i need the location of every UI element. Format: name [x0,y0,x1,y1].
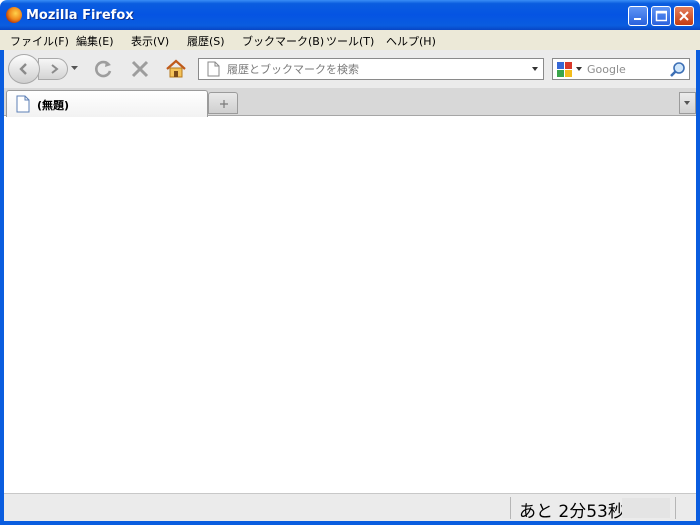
tab-untitled[interactable]: (無題) [6,90,208,117]
status-separator-right [675,497,676,519]
stop-icon[interactable] [130,59,150,79]
firefox-window: Mozilla Firefox ファイル(F) 編集(E) 表示(V) 履歴(S… [0,0,700,525]
page-icon [16,95,30,113]
download-status[interactable]: あと 2分53秒 [519,497,625,522]
menu-view[interactable]: 表示(V) [131,33,169,49]
menu-bar: ファイル(F) 編集(E) 表示(V) 履歴(S) ブックマーク(B) ツール(… [0,30,700,50]
minimize-icon [634,18,641,20]
chevron-down-icon [684,101,690,105]
firefox-icon [6,7,22,23]
google-icon[interactable] [556,61,574,78]
search-input[interactable] [587,62,667,76]
plus-icon [220,100,228,108]
magnifier-icon[interactable] [669,61,687,79]
search-bar [552,58,690,80]
tab-title: (無題) [37,99,70,112]
reload-icon[interactable] [94,59,114,79]
menu-tools[interactable]: ツール(T) [326,33,374,49]
maximize-icon [655,10,667,22]
engine-dropdown-icon[interactable] [576,67,583,72]
status-progress-area [622,498,670,518]
close-icon [679,11,689,21]
new-tab-button[interactable] [208,92,238,114]
page-icon [207,61,220,77]
url-dropdown-icon[interactable] [532,67,539,72]
tab-list-button[interactable] [679,92,696,114]
forward-arrow-icon [51,64,59,74]
home-icon[interactable] [165,58,187,80]
url-bar [198,58,544,80]
window-border-bottom [0,521,700,525]
url-input[interactable] [227,62,527,76]
maximize-button[interactable] [651,6,671,26]
menu-edit[interactable]: 編集(E) [76,33,114,49]
back-arrow-icon [19,63,27,75]
title-bar[interactable]: Mozilla Firefox [0,0,700,30]
window-title: Mozilla Firefox [26,8,134,23]
minimize-button[interactable] [628,6,648,26]
page-content[interactable] [4,117,696,493]
history-dropdown-icon[interactable] [71,66,79,72]
menu-help[interactable]: ヘルプ(H) [386,33,436,49]
window-border-right [696,88,700,525]
status-separator [510,497,511,519]
menu-bookmarks[interactable]: ブックマーク(B) [242,33,324,49]
window-border-left [0,88,4,525]
menu-history[interactable]: 履歴(S) [187,33,225,49]
close-button[interactable] [674,6,694,26]
forward-button[interactable] [38,58,68,80]
menu-file[interactable]: ファイル(F) [10,33,69,49]
back-button[interactable] [8,54,40,84]
